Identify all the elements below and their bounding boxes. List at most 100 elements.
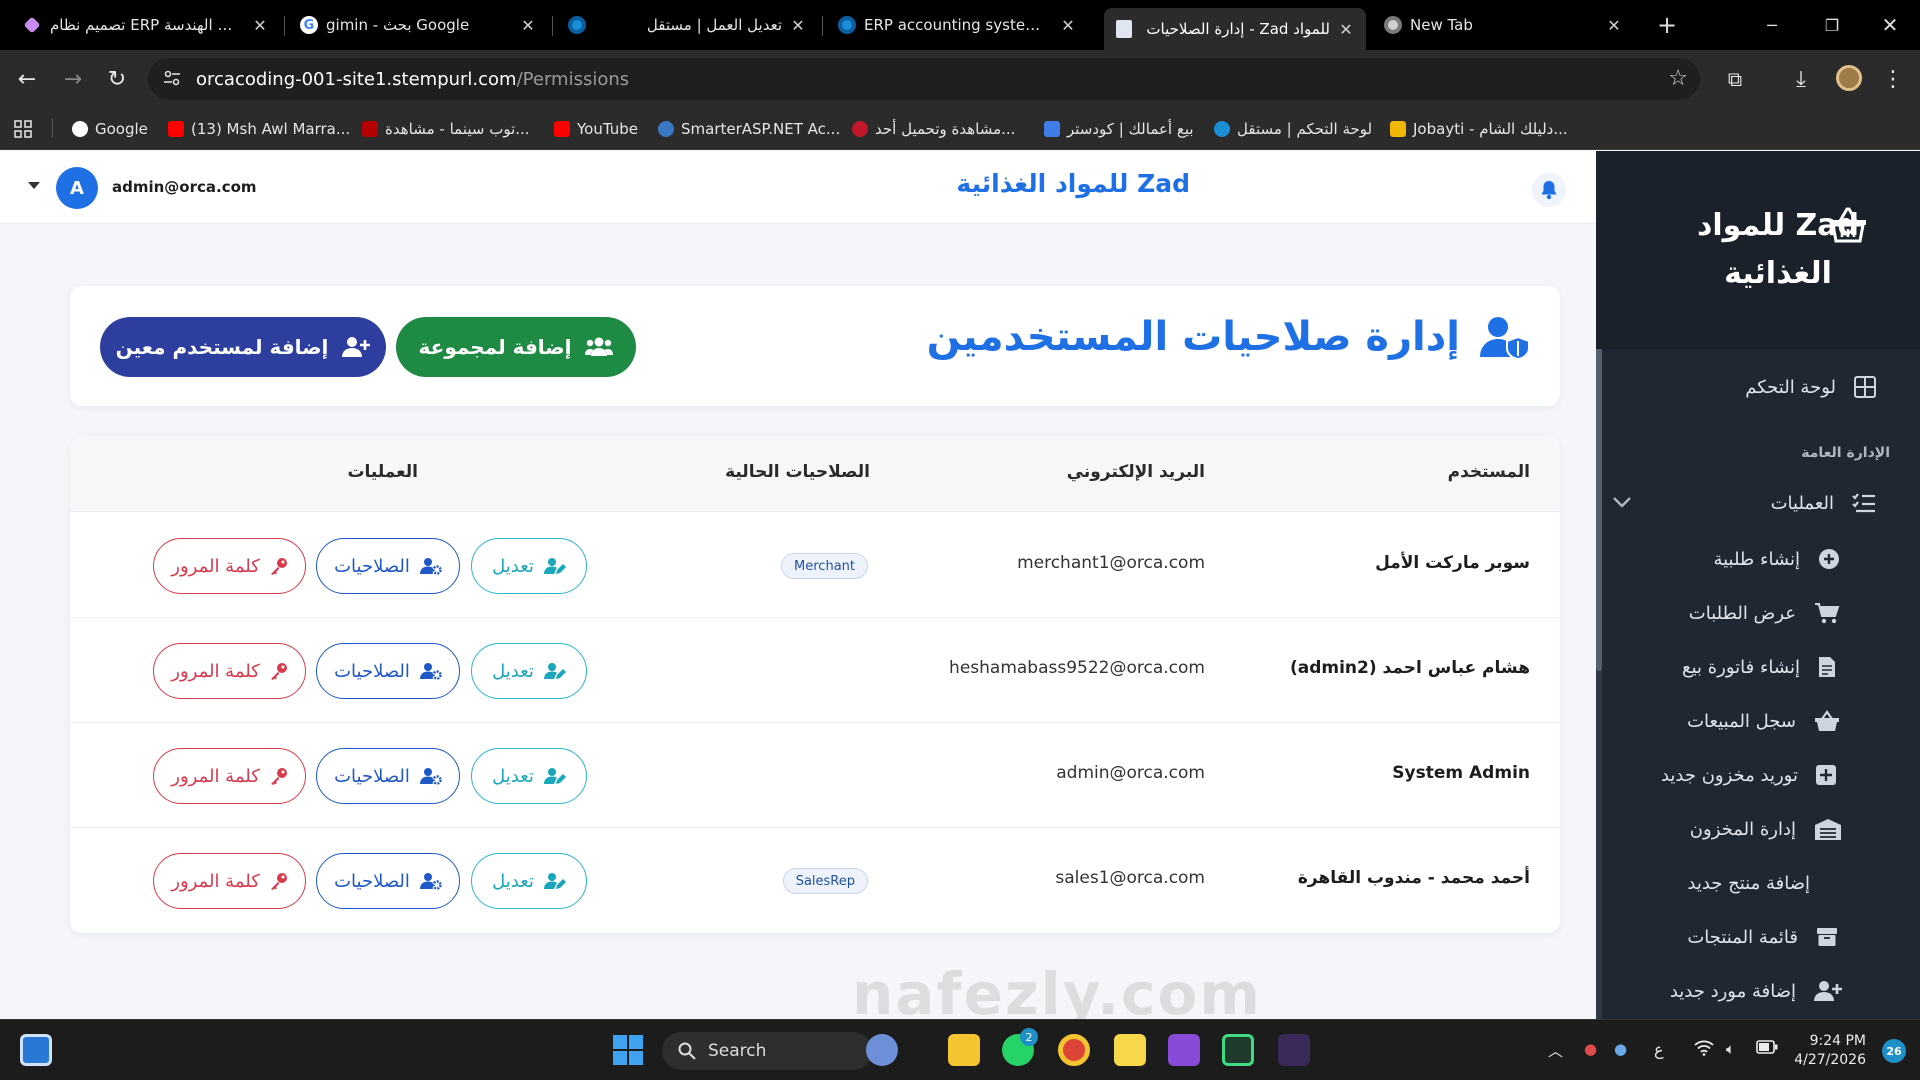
extensions-icon[interactable]: ⧉: [1718, 62, 1752, 96]
close-icon[interactable]: ✕: [1060, 16, 1076, 35]
file-explorer-icon[interactable]: [948, 1034, 980, 1066]
chevron-down-icon[interactable]: [28, 182, 40, 189]
search-icon: [678, 1042, 696, 1060]
permissions-button[interactable]: الصلاحيات: [316, 538, 460, 594]
download-icon[interactable]: ⤓: [1784, 62, 1818, 96]
shopping-basket-icon: [1828, 207, 1868, 243]
new-tab-plus-icon[interactable]: +: [1652, 10, 1682, 40]
close-icon[interactable]: ✕: [1338, 20, 1354, 39]
edit-button[interactable]: تعديل: [471, 538, 587, 594]
chevron-up-icon[interactable]: ︿: [1548, 1040, 1563, 1061]
sidebar-item-sales-log[interactable]: سجل المبيعات: [1687, 701, 1840, 741]
bookmark-item[interactable]: (13) Msh Awl Marra...: [168, 116, 350, 142]
sidebar-brand[interactable]: Zad للمواد الغذائية: [1596, 151, 1920, 349]
password-button[interactable]: كلمة المرور: [153, 538, 306, 594]
browser-tab-active[interactable]: إدارة الصلاحيات - Zad للمواد ✕: [1104, 8, 1366, 50]
reload-icon[interactable]: ↻: [100, 62, 134, 96]
sidebar-item-create-invoice[interactable]: إنشاء فاتورة بيع: [1682, 647, 1836, 687]
sidebar-item-dashboard[interactable]: لوحة التحكم: [1745, 367, 1876, 407]
close-icon[interactable]: ✕: [252, 16, 268, 35]
dashboard-grid-icon: [1854, 376, 1876, 398]
desktop-widget-icon[interactable]: [20, 1034, 52, 1066]
password-button[interactable]: كلمة المرور: [153, 643, 306, 699]
bookmarks-bar: Google (13) Msh Awl Marra... توب سينما -…: [0, 108, 1920, 150]
bookmark-item[interactable]: Google: [72, 116, 148, 142]
browser-tab[interactable]: G gimin - بحث Google ✕: [288, 8, 548, 42]
clock-date: 4/27/2026: [1794, 1052, 1866, 1068]
edit-button[interactable]: تعديل: [471, 853, 587, 909]
user-plus-icon: [1814, 980, 1842, 1002]
menu-kebab-icon[interactable]: ⋮: [1876, 62, 1910, 96]
close-icon[interactable]: ✕: [1606, 16, 1622, 35]
site-settings-icon[interactable]: [162, 68, 182, 88]
bookmark-item[interactable]: Jobayti - دليلك الشام...: [1390, 116, 1568, 142]
edit-button[interactable]: تعديل: [471, 643, 587, 699]
chevron-down-icon[interactable]: [1612, 495, 1632, 509]
windows-start-icon[interactable]: [612, 1034, 644, 1066]
bookmark-item[interactable]: SmarterASP.NET Ac...: [658, 116, 840, 142]
sidebar-item-add-supplier[interactable]: إضافة مورد جديد: [1670, 971, 1842, 1011]
permissions-button[interactable]: الصلاحيات: [316, 748, 460, 804]
close-icon[interactable]: ✕: [790, 16, 806, 35]
bookmark-item[interactable]: لوحة التحكم | مستقل: [1214, 116, 1372, 142]
profile-avatar[interactable]: [1836, 65, 1862, 91]
sidebar-item-view-orders[interactable]: عرض الطلبات: [1689, 593, 1840, 633]
sidebar-item-inventory[interactable]: إدارة المخزون: [1690, 809, 1842, 849]
sidebar-item-supply-stock[interactable]: توريد مخزون جديد: [1661, 755, 1836, 795]
browser-tab[interactable]: New Tab ✕: [1372, 8, 1634, 42]
apps-grid-icon[interactable]: [14, 116, 32, 142]
address-bar[interactable]: orcacoding-001-site1.stempurl.com/Permis…: [148, 58, 1700, 100]
current-user-email[interactable]: admin@orca.com: [112, 178, 257, 196]
sidebar-item-create-order[interactable]: إنشاء طلبية: [1713, 539, 1840, 579]
sidebar-item-add-product[interactable]: إضافة منتج جديد: [1687, 863, 1810, 903]
browser-tab[interactable]: ERP accounting system for... ✕: [826, 8, 1088, 42]
user-edit-icon: [543, 557, 566, 575]
user-avatar[interactable]: A: [56, 167, 98, 209]
bookmark-item[interactable]: مشاهدة وتحميل أحد...: [852, 116, 1015, 142]
add-to-user-button[interactable]: إضافة لمستخدم معين: [100, 317, 386, 377]
add-to-group-button[interactable]: إضافة لمجموعة: [396, 317, 636, 377]
back-arrow-icon[interactable]: ←: [10, 62, 44, 96]
close-icon[interactable]: ✕: [520, 16, 536, 35]
visual-studio-icon[interactable]: [1168, 1034, 1200, 1066]
language-indicator[interactable]: ع: [1654, 1040, 1664, 1059]
os-taskbar: Search 2 ︿ ● ● ع 🔈︎ 9:24 PM 4/27/2026 26: [0, 1019, 1920, 1080]
permissions-button[interactable]: الصلاحيات: [316, 643, 460, 699]
browser-tab[interactable]: تصميم نظام ERP لمكاتب الهندسة ✕: [10, 8, 280, 42]
sidebar-item-products-list[interactable]: قائمة المنتجات: [1687, 917, 1838, 957]
terminal-icon[interactable]: [1278, 1034, 1310, 1066]
restore-icon[interactable]: ❐: [1802, 10, 1862, 40]
user-plus-icon: [342, 336, 371, 358]
forward-arrow-icon[interactable]: →: [56, 62, 90, 96]
password-button[interactable]: كلمة المرور: [153, 853, 306, 909]
copilot-icon[interactable]: [866, 1034, 898, 1066]
taskbar-search[interactable]: Search: [662, 1032, 872, 1070]
bookmark-item[interactable]: توب سينما - مشاهدة...: [362, 116, 530, 142]
volume-icon[interactable]: 🔈︎: [1726, 1040, 1735, 1058]
cart-icon: [1814, 602, 1840, 624]
system-clock[interactable]: 9:24 PM 4/27/2026: [1794, 1032, 1866, 1070]
edit-button[interactable]: تعديل: [471, 748, 587, 804]
password-button[interactable]: كلمة المرور: [153, 748, 306, 804]
bookmark-star-icon[interactable]: ☆: [1668, 66, 1688, 91]
chrome-icon[interactable]: [1058, 1034, 1090, 1066]
minimize-icon[interactable]: ─: [1742, 10, 1802, 40]
user-email: sales1@orca.com: [1055, 868, 1205, 888]
browser-tab[interactable]: تعديل العمل | مستقل ✕: [556, 8, 818, 42]
sticky-notes-icon[interactable]: [1114, 1034, 1146, 1066]
role-badge: SalesRep: [782, 868, 868, 894]
user-shield-icon: [1478, 315, 1530, 359]
battery-icon[interactable]: [1756, 1040, 1778, 1054]
notification-count-badge[interactable]: 26: [1882, 1039, 1906, 1063]
android-studio-icon[interactable]: [1222, 1034, 1254, 1066]
topbar-brand[interactable]: Zad للمواد الغذائية: [956, 169, 1190, 198]
window-close-icon[interactable]: ✕: [1860, 10, 1920, 40]
wifi-icon[interactable]: [1694, 1040, 1714, 1056]
sidebar-item-operations[interactable]: العمليات: [1771, 483, 1876, 523]
bookmark-item[interactable]: بيع أعمالك | كودستر: [1044, 116, 1194, 142]
bell-icon[interactable]: [1532, 173, 1566, 207]
bookmark-item[interactable]: YouTube: [554, 116, 638, 142]
antivirus-icon[interactable]: ●: [1584, 1040, 1597, 1058]
permissions-button[interactable]: الصلاحيات: [316, 853, 460, 909]
sync-icon[interactable]: ●: [1614, 1040, 1627, 1058]
